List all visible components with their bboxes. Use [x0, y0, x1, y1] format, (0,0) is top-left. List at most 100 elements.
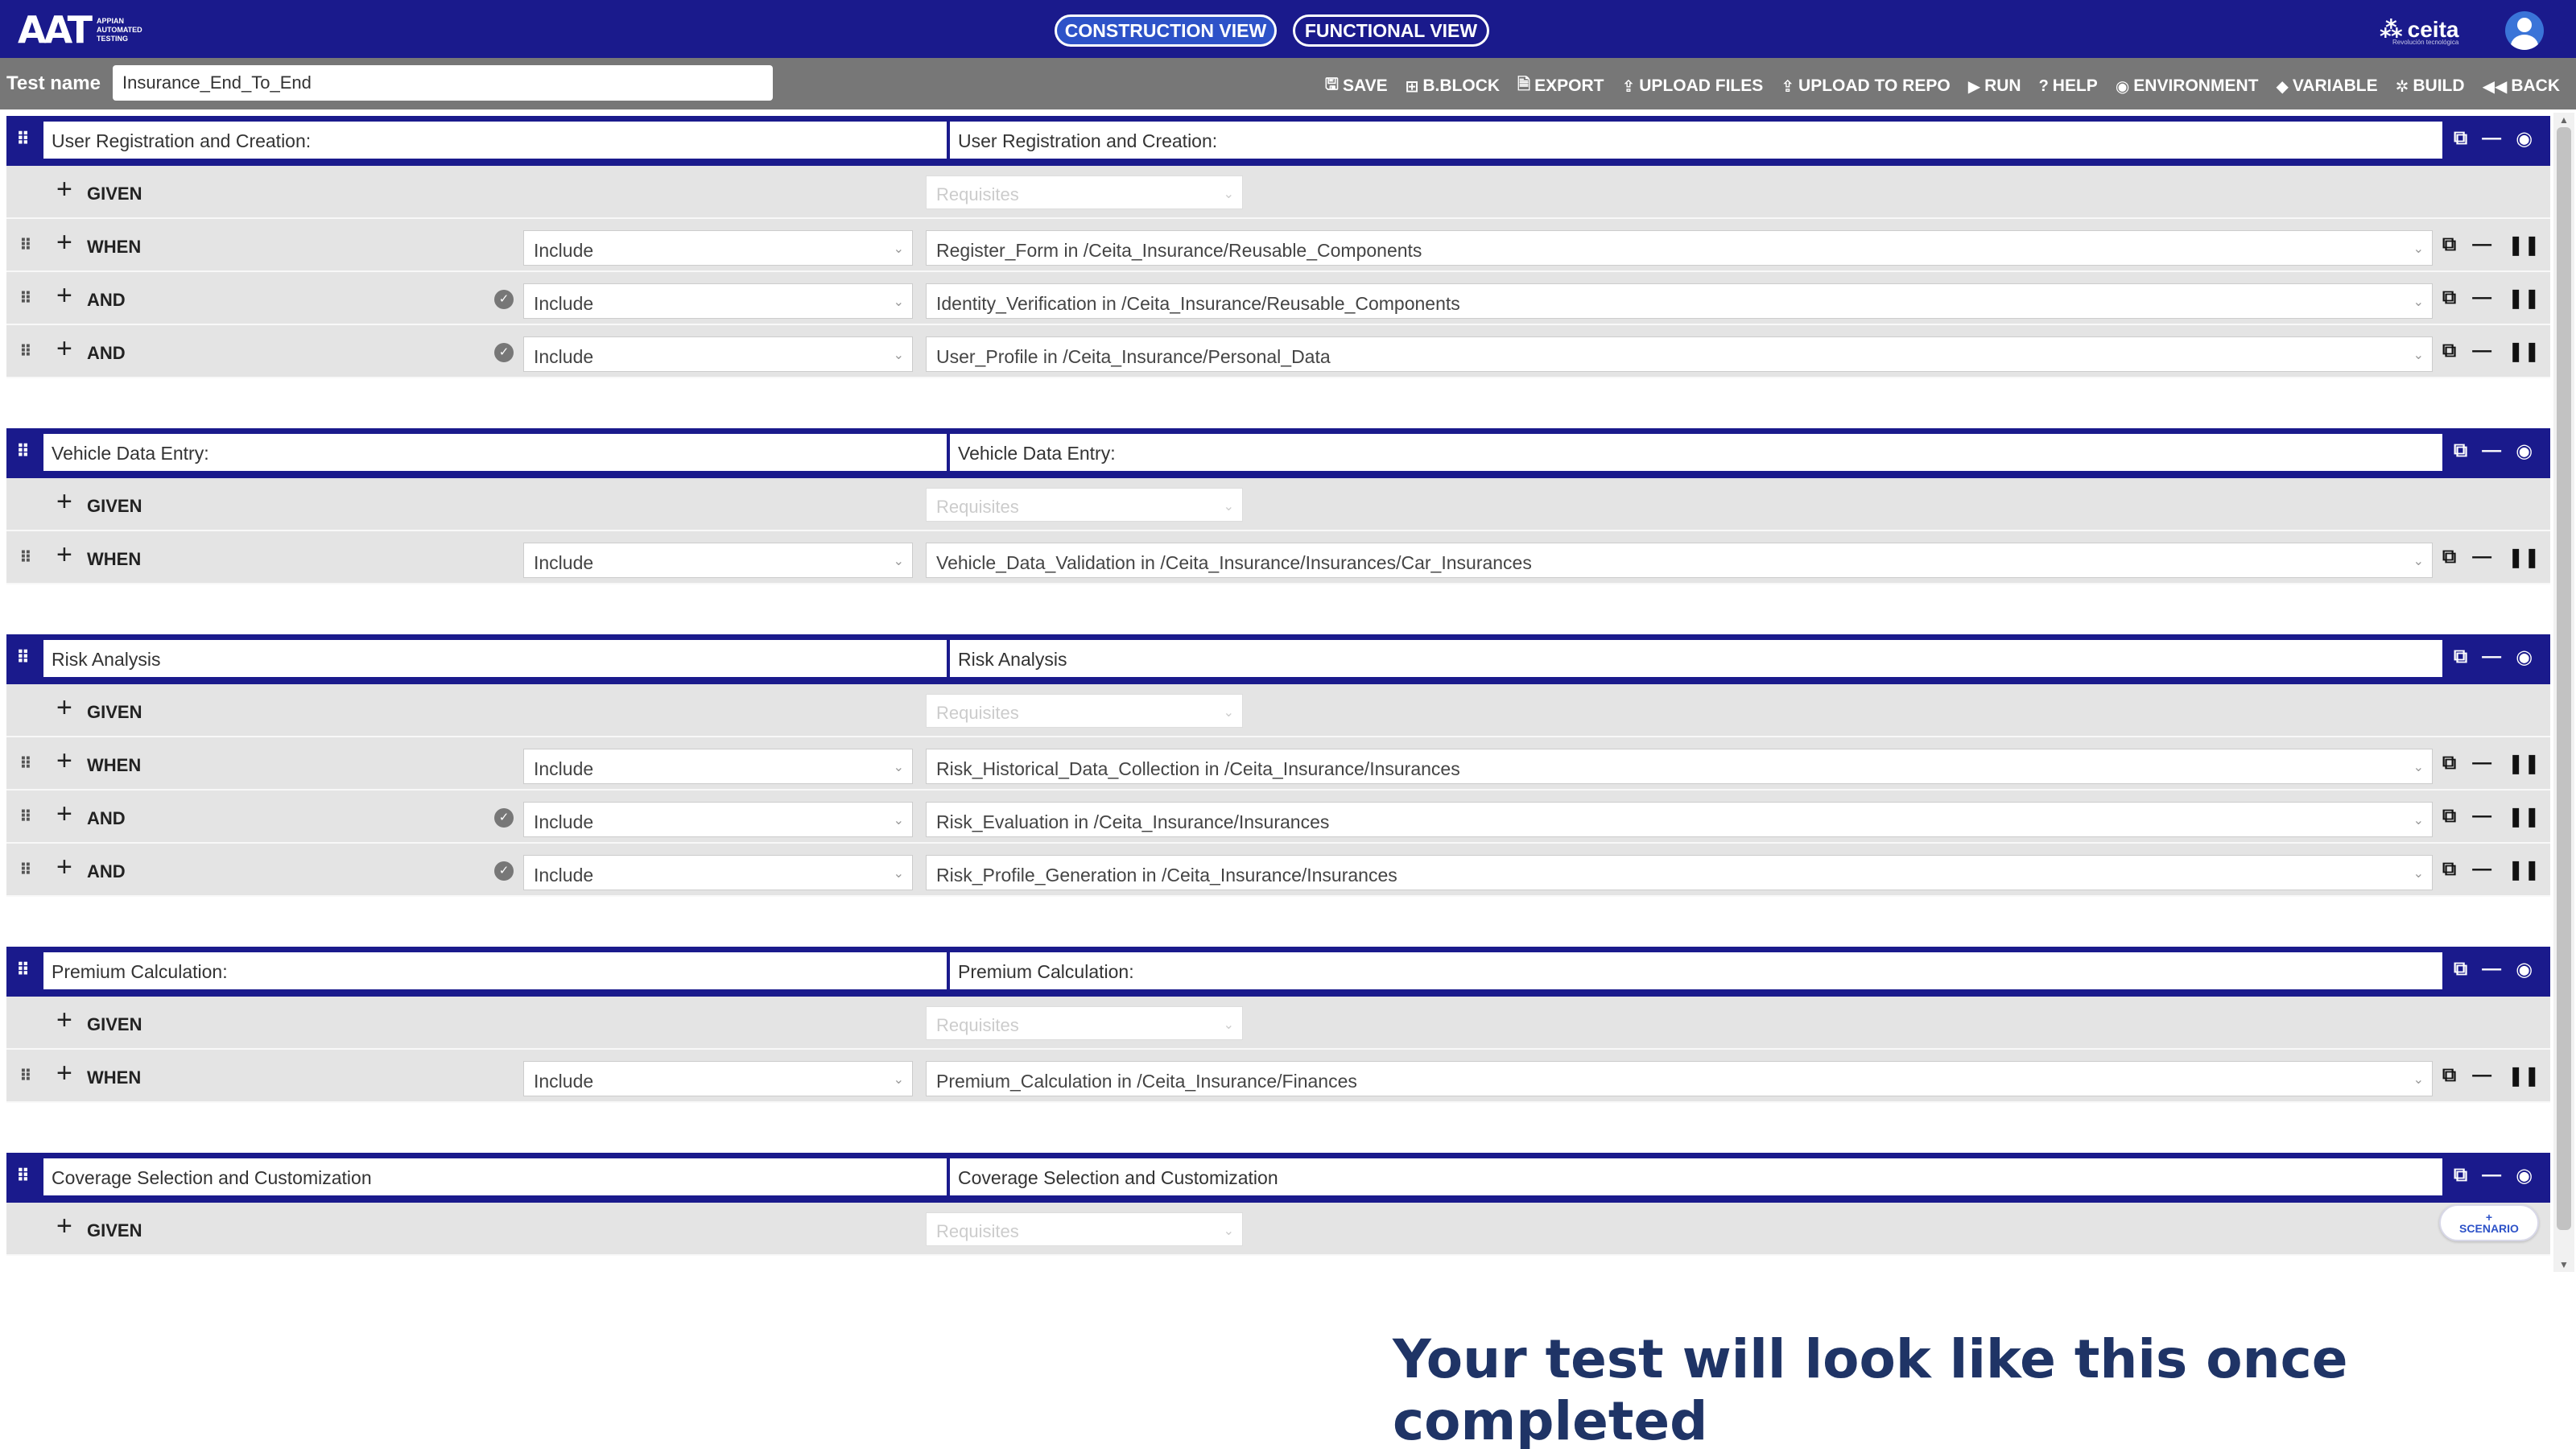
remove-icon[interactable]: — [2472, 1064, 2491, 1088]
eye-icon[interactable]: ◉ [2516, 958, 2533, 981]
copy-icon[interactable]: ⧉ [2442, 340, 2456, 363]
remove-icon[interactable]: — [2472, 233, 2491, 257]
upload-files-button[interactable]: ⇪ UPLOAD FILES [1622, 72, 1764, 100]
add-step-icon[interactable]: + [56, 800, 72, 828]
requisites-select[interactable]: Requisites ⌄ [926, 694, 1243, 728]
collapse-icon[interactable]: — [2482, 127, 2501, 151]
drag-handle-icon[interactable]: ⠿ [19, 860, 32, 880]
upload-to-repo-button[interactable]: ⇪ UPLOAD TO REPO [1781, 72, 1950, 100]
remove-icon[interactable]: — [2472, 287, 2491, 310]
copy-icon[interactable]: ⧉ [2442, 858, 2456, 881]
vertical-scrollbar[interactable]: ▲ ▼ [2553, 113, 2574, 1272]
requisites-select[interactable]: Requisites ⌄ [926, 1006, 1243, 1040]
user-avatar-icon[interactable] [2505, 11, 2544, 50]
include-select[interactable]: Include ⌄ [523, 802, 913, 837]
copy-icon[interactable]: ⧉ [2454, 646, 2467, 669]
run-button[interactable]: ▶ RUN [1968, 72, 2021, 100]
pause-icon[interactable]: ❚❚ [2508, 858, 2540, 881]
include-select[interactable]: Include ⌄ [523, 749, 913, 784]
check-circle-icon[interactable]: ✓ [494, 808, 514, 828]
drag-handle-icon[interactable]: ⠿ [16, 129, 30, 150]
copy-icon[interactable]: ⧉ [2454, 440, 2467, 463]
add-step-icon[interactable]: + [56, 335, 72, 362]
drag-handle-icon[interactable]: ⠿ [19, 341, 32, 361]
include-select[interactable]: Include ⌄ [523, 283, 913, 319]
pause-icon[interactable]: ❚❚ [2508, 752, 2540, 775]
copy-icon[interactable]: ⧉ [2442, 287, 2456, 310]
drag-handle-icon[interactable]: ⠿ [19, 1066, 32, 1086]
check-circle-icon[interactable]: ✓ [494, 343, 514, 362]
include-select[interactable]: Include ⌄ [523, 855, 913, 890]
add-scenario-button[interactable]: + SCENARIO [2439, 1204, 2539, 1241]
eye-icon[interactable]: ◉ [2516, 127, 2533, 151]
eye-icon[interactable]: ◉ [2516, 440, 2533, 463]
add-step-icon[interactable]: + [56, 1059, 72, 1087]
collapse-icon[interactable]: — [2482, 1164, 2501, 1187]
save-button[interactable]: 🖫 SAVE [1325, 72, 1388, 100]
building-block-select[interactable]: Risk_Evaluation in /Ceita_Insurance/Insu… [926, 802, 2433, 837]
include-select[interactable]: Include ⌄ [523, 543, 913, 578]
environment-button[interactable]: ◉ ENVIRONMENT [2116, 72, 2259, 100]
drag-handle-icon[interactable]: ⠿ [16, 1166, 30, 1187]
construction-view-button[interactable]: CONSTRUCTION VIEW [1055, 14, 1277, 47]
include-select[interactable]: Include ⌄ [523, 1061, 913, 1096]
eye-icon[interactable]: ◉ [2516, 1164, 2533, 1187]
check-circle-icon[interactable]: ✓ [494, 290, 514, 309]
building-block-select[interactable]: Register_Form in /Ceita_Insurance/Reusab… [926, 230, 2433, 266]
scenario-functional-title-input[interactable]: Premium Calculation: [950, 952, 2442, 989]
pause-icon[interactable]: ❚❚ [2508, 340, 2540, 363]
scenario-title-input[interactable]: User Registration and Creation: [43, 122, 947, 159]
remove-icon[interactable]: — [2472, 340, 2491, 363]
drag-handle-icon[interactable]: ⠿ [16, 441, 30, 462]
requisites-select[interactable]: Requisites ⌄ [926, 1212, 1243, 1246]
add-step-icon[interactable]: + [56, 1006, 72, 1034]
collapse-icon[interactable]: — [2482, 646, 2501, 669]
copy-icon[interactable]: ⧉ [2442, 233, 2456, 257]
b-block-button[interactable]: ⊞ B.BLOCK [1406, 72, 1500, 100]
back-button[interactable]: ◀◀ BACK [2483, 72, 2560, 100]
collapse-icon[interactable]: — [2482, 440, 2501, 463]
building-block-select[interactable]: Vehicle_Data_Validation in /Ceita_Insura… [926, 543, 2433, 578]
scenario-functional-title-input[interactable]: Risk Analysis [950, 640, 2442, 677]
add-step-icon[interactable]: + [56, 541, 72, 568]
drag-handle-icon[interactable]: ⠿ [16, 960, 30, 980]
copy-icon[interactable]: ⧉ [2442, 805, 2456, 828]
help-button[interactable]: ? HELP [2039, 72, 2098, 100]
test-name-input[interactable] [113, 65, 773, 101]
variable-button[interactable]: ◆ VARIABLE [2276, 72, 2377, 100]
add-step-icon[interactable]: + [56, 853, 72, 881]
export-button[interactable]: 🗎 EXPORT [1517, 72, 1604, 100]
drag-handle-icon[interactable]: ⠿ [19, 807, 32, 827]
scroll-down-icon[interactable]: ▼ [2559, 1259, 2569, 1270]
remove-icon[interactable]: — [2472, 752, 2491, 775]
functional-view-button[interactable]: FUNCTIONAL VIEW [1293, 14, 1489, 47]
scenario-title-input[interactable]: Vehicle Data Entry: [43, 434, 947, 471]
include-select[interactable]: Include ⌄ [523, 230, 913, 266]
remove-icon[interactable]: — [2472, 805, 2491, 828]
drag-handle-icon[interactable]: ⠿ [19, 753, 32, 774]
copy-icon[interactable]: ⧉ [2454, 1164, 2467, 1187]
building-block-select[interactable]: Identity_Verification in /Ceita_Insuranc… [926, 283, 2433, 319]
building-block-select[interactable]: Premium_Calculation in /Ceita_Insurance/… [926, 1061, 2433, 1096]
remove-icon[interactable]: — [2472, 858, 2491, 881]
pause-icon[interactable]: ❚❚ [2508, 546, 2540, 569]
building-block-select[interactable]: Risk_Historical_Data_Collection in /Ceit… [926, 749, 2433, 784]
add-step-icon[interactable]: + [56, 229, 72, 256]
pause-icon[interactable]: ❚❚ [2508, 1064, 2540, 1088]
pause-icon[interactable]: ❚❚ [2508, 805, 2540, 828]
drag-handle-icon[interactable]: ⠿ [16, 647, 30, 668]
copy-icon[interactable]: ⧉ [2442, 1064, 2456, 1088]
check-circle-icon[interactable]: ✓ [494, 861, 514, 881]
drag-handle-icon[interactable]: ⠿ [19, 547, 32, 568]
copy-icon[interactable]: ⧉ [2442, 546, 2456, 569]
add-step-icon[interactable]: + [56, 694, 72, 721]
build-button[interactable]: ✲ BUILD [2396, 72, 2465, 100]
requisites-select[interactable]: Requisites ⌄ [926, 488, 1243, 522]
add-step-icon[interactable]: + [56, 175, 72, 203]
drag-handle-icon[interactable]: ⠿ [19, 288, 32, 308]
add-step-icon[interactable]: + [56, 747, 72, 774]
scrollbar-thumb[interactable] [2557, 127, 2571, 1230]
scenario-title-input[interactable]: Coverage Selection and Customization [43, 1158, 947, 1195]
building-block-select[interactable]: User_Profile in /Ceita_Insurance/Persona… [926, 336, 2433, 372]
pause-icon[interactable]: ❚❚ [2508, 233, 2540, 257]
